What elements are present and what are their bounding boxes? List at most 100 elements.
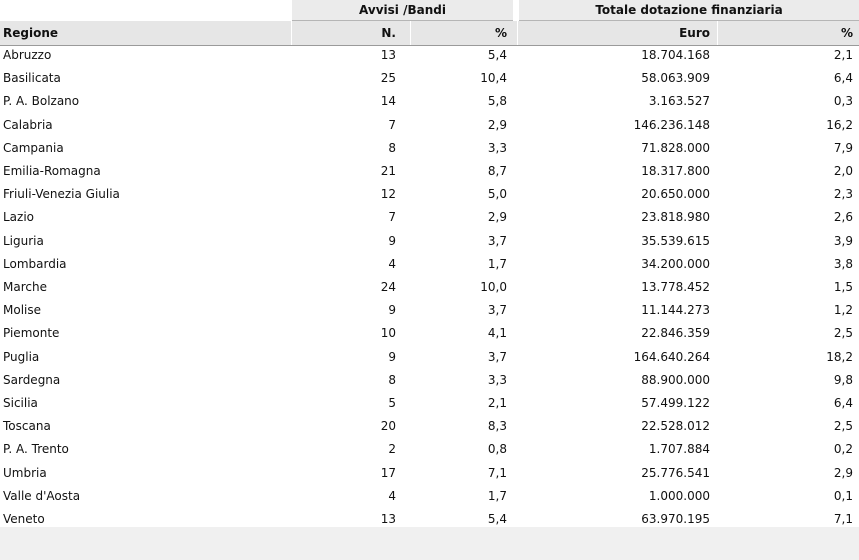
cell-pct-euro: 7,1 <box>833 512 853 526</box>
cell-pct-avvisi: 1,7 <box>487 488 507 503</box>
cell-pct-avvisi: 10,0 <box>480 280 507 294</box>
cell-euro: 164.640.264 <box>633 349 710 364</box>
table-row: Piemonte 10 4,1 22.846.359 2,5 <box>0 322 859 345</box>
cell-pct-avvisi: 3,7 <box>487 349 507 364</box>
cell-pct-euro: 2,1 <box>833 48 853 62</box>
cell-n: 25 <box>380 71 396 86</box>
cell-pct-euro: 0,3 <box>833 94 853 109</box>
cell-n: 14 <box>380 94 396 109</box>
cell-euro: 22.528.012 <box>641 419 710 434</box>
cell-pct-avvisi: 5,0 <box>487 187 507 202</box>
cell-pct-avvisi: 8,7 <box>487 164 507 178</box>
cell-pct-euro: 0,2 <box>833 442 853 457</box>
cell-euro: 25.776.541 <box>641 465 710 480</box>
table-row: Sardegna 8 3,3 88.900.000 9,8 <box>0 369 859 392</box>
cell-n: 12 <box>380 187 396 202</box>
cell-pct-avvisi: 10,4 <box>480 71 507 86</box>
table-row: Sicilia 5 2,1 57.499.122 6,4 <box>0 392 859 415</box>
cell-regione: Sardegna <box>3 372 61 387</box>
cell-n: 17 <box>380 465 396 480</box>
cell-n: 9 <box>388 233 396 248</box>
cell-euro: 88.900.000 <box>641 372 710 387</box>
cell-n: 10 <box>380 326 396 341</box>
cell-pct-euro: 18,2 <box>826 349 853 364</box>
cell-pct-euro: 1,5 <box>833 280 853 294</box>
cell-pct-euro: 0,1 <box>833 488 853 503</box>
cell-euro: 146.236.148 <box>633 117 710 132</box>
table-row: Abruzzo 13 5,4 18.704.168 2,1 <box>0 44 859 67</box>
cell-regione: P. A. Trento <box>3 442 69 457</box>
cell-pct-euro: 3,8 <box>833 256 853 271</box>
cell-n: 5 <box>388 396 396 410</box>
table-row: Basilicata 25 10,4 58.063.909 6,4 <box>0 67 859 90</box>
cell-n: 7 <box>388 117 396 132</box>
column-header-pct-euro: % <box>840 26 853 40</box>
cell-euro: 18.704.168 <box>641 48 710 62</box>
table-row: Veneto 13 5,4 63.970.195 7,1 <box>0 508 859 527</box>
cell-pct-avvisi: 3,7 <box>487 233 507 248</box>
cell-n: 24 <box>380 280 396 294</box>
header-divider <box>410 21 411 45</box>
cell-pct-avvisi: 7,1 <box>487 465 507 480</box>
cell-n: 20 <box>380 419 396 434</box>
cell-pct-euro: 7,9 <box>833 140 853 155</box>
cell-euro: 13.778.452 <box>641 280 710 294</box>
cell-euro: 18.317.800 <box>641 164 710 178</box>
table-row: Calabria 7 2,9 146.236.148 16,2 <box>0 114 859 137</box>
table-row: Molise 9 3,7 11.144.273 1,2 <box>0 299 859 322</box>
table-row: Umbria 17 7,1 25.776.541 2,9 <box>0 462 859 485</box>
cell-euro: 22.846.359 <box>641 326 710 341</box>
group-header-row: Avvisi /Bandi Totale dotazione finanziar… <box>0 0 859 21</box>
cell-regione: Veneto <box>3 512 45 526</box>
cell-pct-avvisi: 3,3 <box>487 140 507 155</box>
cell-regione: Liguria <box>3 233 44 248</box>
header-divider <box>517 21 518 45</box>
column-header-row: Regione N. % Euro % <box>0 21 859 46</box>
cell-pct-avvisi: 8,3 <box>487 419 507 434</box>
cell-pct-euro: 2,0 <box>833 164 853 178</box>
table-row: Friuli-Venezia Giulia 12 5,0 20.650.000 2,3 <box>0 183 859 206</box>
cell-pct-euro: 2,5 <box>833 326 853 341</box>
cell-euro: 71.828.000 <box>641 140 710 155</box>
header-divider <box>717 21 718 45</box>
cell-regione: Lazio <box>3 210 35 225</box>
cell-pct-avvisi: 2,9 <box>487 210 507 225</box>
cell-regione: Valle d'Aosta <box>3 488 81 503</box>
table-row: Marche 24 10,0 13.778.452 1,5 <box>0 276 859 299</box>
cell-pct-euro: 6,4 <box>833 71 853 86</box>
cell-regione: Marche <box>3 280 47 294</box>
cell-euro: 23.818.980 <box>641 210 710 225</box>
cell-n: 2 <box>388 442 396 457</box>
cell-regione: Sicilia <box>3 396 38 410</box>
cell-pct-euro: 2,6 <box>833 210 853 225</box>
cell-pct-avvisi: 1,7 <box>487 256 507 271</box>
cell-euro: 3.163.527 <box>648 94 710 109</box>
cell-euro: 11.144.273 <box>641 303 710 318</box>
cell-pct-avvisi: 5,4 <box>487 48 507 62</box>
cell-euro: 58.063.909 <box>641 71 710 86</box>
column-header-pct-avvisi: % <box>494 26 507 40</box>
cell-pct-euro: 2,3 <box>833 187 853 202</box>
cell-pct-avvisi: 3,7 <box>487 303 507 318</box>
column-header-regione: Regione <box>3 26 59 40</box>
cell-pct-euro: 1,2 <box>833 303 853 318</box>
column-header-n: N. <box>381 26 396 40</box>
cell-euro: 34.200.000 <box>641 256 710 271</box>
cell-euro: 35.539.615 <box>641 233 710 248</box>
cell-pct-euro: 9,8 <box>833 372 853 387</box>
cell-regione: Calabria <box>3 117 53 132</box>
cell-euro: 63.970.195 <box>641 512 710 526</box>
cell-pct-avvisi: 0,8 <box>487 442 507 457</box>
cell-regione: Molise <box>3 303 41 318</box>
table-row: Emilia-Romagna 21 8,7 18.317.800 2,0 <box>0 160 859 183</box>
cell-n: 4 <box>388 488 396 503</box>
cell-regione: Puglia <box>3 349 40 364</box>
cell-regione: Abruzzo <box>3 48 52 62</box>
cell-regione: Umbria <box>3 465 47 480</box>
table-row: Puglia 9 3,7 164.640.264 18,2 <box>0 346 859 369</box>
cell-euro: 20.650.000 <box>641 187 710 202</box>
cell-regione: Lombardia <box>3 256 67 271</box>
cell-regione: Basilicata <box>3 71 61 86</box>
cell-n: 13 <box>380 512 396 526</box>
table-row: Valle d'Aosta 4 1,7 1.000.000 0,1 <box>0 485 859 508</box>
